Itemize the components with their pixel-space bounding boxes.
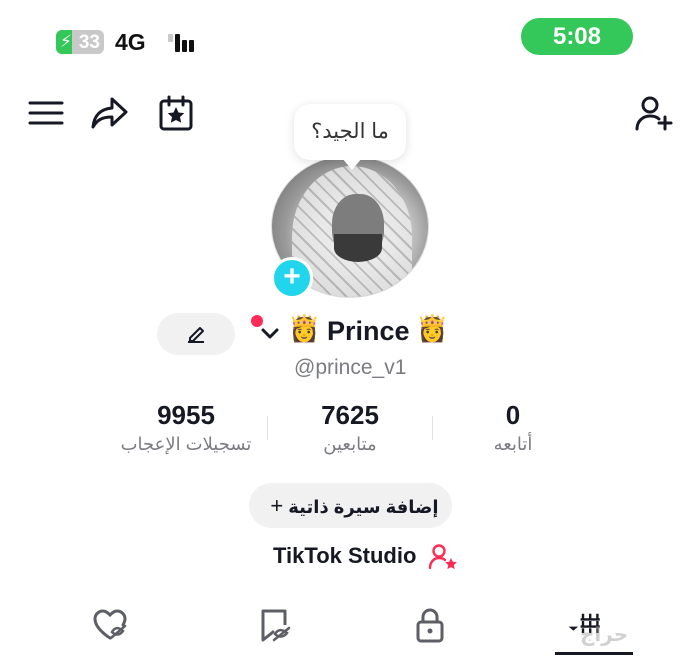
share-arrow-icon[interactable] <box>90 93 130 133</box>
profile-handle: @prince_v1 <box>294 356 407 379</box>
crown-emoji-left: 👸 <box>288 314 321 344</box>
user-star-icon <box>428 543 458 571</box>
lock-icon <box>416 608 444 643</box>
calendar-star-icon[interactable] <box>156 93 196 133</box>
network-type: 4G <box>115 29 146 55</box>
chevron-down-icon[interactable] <box>258 322 282 346</box>
battery-level: 33 <box>78 32 100 53</box>
crown-emoji-right: 👸 <box>416 314 449 344</box>
signal-bars-icon <box>166 30 198 54</box>
stat-label: أتابعه <box>493 434 533 454</box>
stat-value: 7625 <box>321 400 379 430</box>
watermark-logo: حراج <box>580 624 629 646</box>
divider <box>432 416 433 440</box>
edit-profile-button[interactable] <box>157 313 235 355</box>
tab-private[interactable] <box>410 605 450 645</box>
pencil-icon <box>188 327 204 343</box>
add-avatar-button[interactable]: + <box>271 257 313 299</box>
bio-label: إضافة سيرة ذاتية <box>288 497 439 517</box>
battery-indicator: ⚡ 33 <box>56 30 104 54</box>
bookmark-hidden-icon <box>261 609 291 642</box>
charging-bolt-icon: ⚡ <box>60 32 72 52</box>
stat-value: 9955 <box>157 400 215 430</box>
add-bio-button[interactable]: إضافة سيرة ذاتية + <box>249 483 452 528</box>
add-user-icon[interactable] <box>634 93 674 133</box>
stat-label: تسجيلات الإعجاب <box>120 434 252 454</box>
plus-icon: + <box>270 493 284 518</box>
stat-value: 0 <box>505 400 521 430</box>
status-bar: ⚡ 33 4G 5:08 <box>0 0 700 80</box>
active-tab-indicator <box>555 652 633 655</box>
heart-hidden-icon <box>93 609 127 640</box>
profile-name: Prince <box>327 316 410 346</box>
status-bubble[interactable]: ما الجيد؟ <box>294 104 406 170</box>
hamburger-menu-icon[interactable] <box>26 93 66 133</box>
tab-liked[interactable] <box>90 605 130 645</box>
tiktok-studio-link[interactable]: TikTok Studio <box>273 543 416 569</box>
tab-favorites[interactable] <box>254 605 294 645</box>
stat-label: متابعين <box>323 434 377 454</box>
clock: 5:08 <box>521 18 633 55</box>
divider <box>267 416 268 440</box>
